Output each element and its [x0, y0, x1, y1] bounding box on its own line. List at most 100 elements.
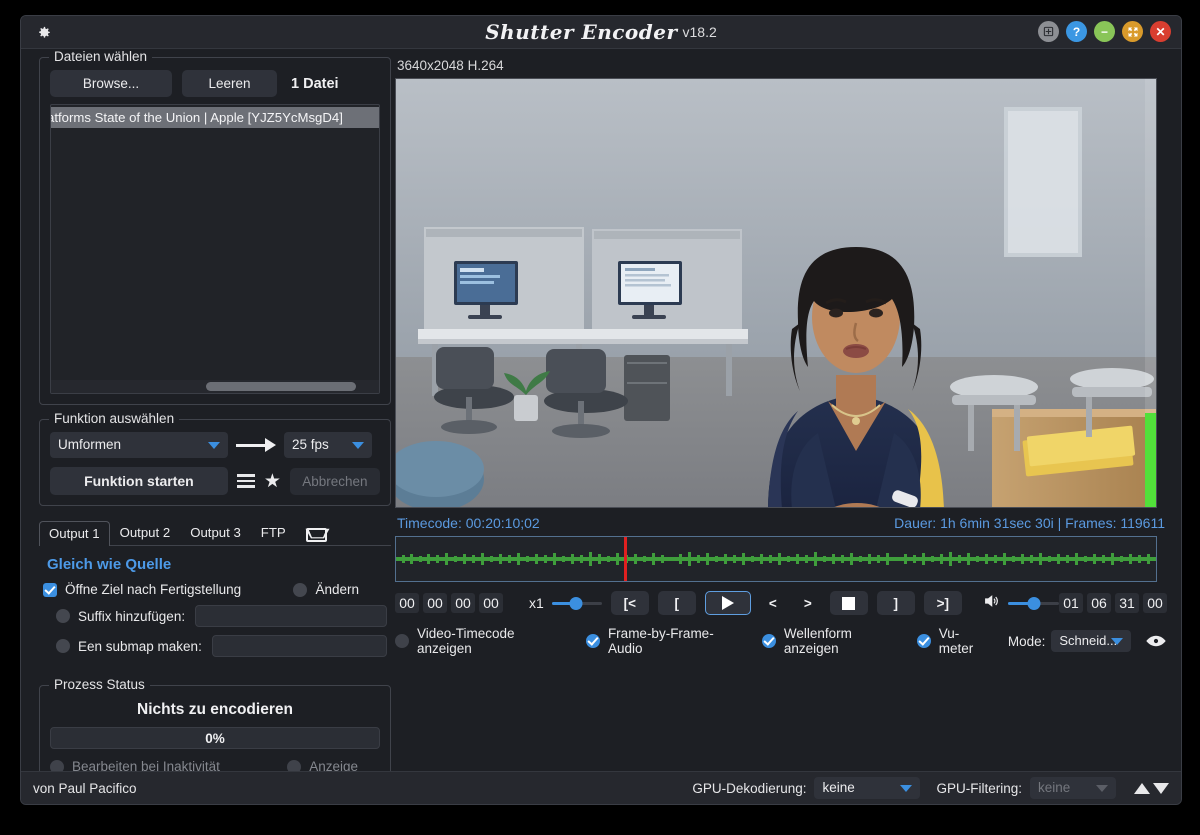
start-function-button[interactable]: Funktion starten: [50, 467, 228, 495]
show-video-timecode-checkbox[interactable]: [395, 634, 409, 648]
tab-output-2[interactable]: Output 2: [110, 520, 181, 545]
frame-by-frame-audio-label: Frame-by-Frame-Audio: [607, 626, 714, 656]
option-show-waveform[interactable]: Wellenform anzeigen: [761, 626, 903, 656]
go-to-out-point-button[interactable]: >]: [923, 591, 962, 615]
submap-input[interactable]: [211, 635, 387, 657]
tab-output-3[interactable]: Output 3: [180, 520, 251, 545]
show-waveform-checkbox[interactable]: [761, 634, 776, 648]
vu-meter-checkbox[interactable]: [916, 634, 931, 648]
browse-button[interactable]: Browse...: [50, 70, 172, 97]
file-buttons-row: Browse... Leeren 1 Datei: [50, 70, 380, 97]
gpu-decoding-select[interactable]: keine: [814, 777, 921, 799]
gpu-decoding-label: GPU-Dekodierung:: [692, 780, 807, 796]
set-out-point-button[interactable]: ]: [876, 591, 915, 615]
start-timecode[interactable]: 00 00 00 00: [395, 593, 503, 613]
file-list-horizontal-scrollbar[interactable]: [51, 380, 379, 393]
end-tc-minutes[interactable]: 06: [1087, 593, 1111, 613]
waveform-playhead[interactable]: [624, 537, 627, 581]
end-tc-frames[interactable]: 00: [1143, 593, 1167, 613]
gpu-filtering-value: keine: [1038, 780, 1071, 795]
waveform[interactable]: [395, 536, 1157, 582]
start-tc-minutes[interactable]: 00: [423, 593, 447, 613]
stop-button[interactable]: [829, 591, 868, 615]
submap-radio[interactable]: [56, 639, 70, 653]
hamburger-icon[interactable]: [236, 474, 255, 488]
chevron-down-icon: [208, 442, 220, 449]
change-radio[interactable]: [293, 582, 308, 597]
open-target-checkbox[interactable]: [43, 582, 57, 597]
vu-meter-fill: [1145, 412, 1156, 507]
volume-slider[interactable]: [1007, 595, 1059, 611]
set-in-point-button[interactable]: [: [657, 591, 696, 615]
minimize-button[interactable]: −: [1094, 21, 1115, 42]
clear-button[interactable]: Leeren: [182, 70, 277, 97]
waveform-bars: [396, 552, 1156, 566]
gpu-settings: GPU-Dekodierung: keine GPU-Filtering: ke…: [692, 777, 1169, 799]
option-show-video-timecode[interactable]: Video-Timecode anzeigen: [395, 626, 564, 656]
start-tc-frames[interactable]: 00: [479, 593, 503, 613]
video-preview[interactable]: [395, 78, 1157, 508]
suffix-input[interactable]: [195, 605, 387, 627]
step-back-button[interactable]: <: [760, 591, 786, 615]
end-timecode[interactable]: 01 06 31 00: [1059, 593, 1167, 613]
triangle-up-icon[interactable]: [1134, 782, 1150, 794]
output-body: Gleich wie Quelle Öffne Ziel nach Fertig…: [39, 546, 391, 667]
same-as-source-label[interactable]: Gleich wie Quelle: [47, 556, 387, 573]
end-tc-seconds[interactable]: 31: [1115, 593, 1139, 613]
start-tc-seconds[interactable]: 00: [451, 593, 475, 613]
tab-mail[interactable]: [296, 523, 337, 545]
end-tc-hours[interactable]: 01: [1059, 593, 1083, 613]
tab-ftp[interactable]: FTP: [251, 520, 296, 545]
speed-slider[interactable]: [551, 595, 602, 611]
frame-by-frame-audio-checkbox[interactable]: [585, 634, 600, 648]
envelope-icon: [305, 528, 327, 542]
go-to-in-point-button[interactable]: [<: [610, 591, 649, 615]
list-item[interactable]: atforms State of the Union | Apple [YJZ5…: [51, 107, 379, 128]
step-forward-button[interactable]: >: [795, 591, 821, 615]
fps-select[interactable]: 25 fps: [284, 432, 372, 458]
open-target-row: Öffne Ziel nach Fertigstellung Ändern: [43, 582, 387, 597]
gpu-filtering-label: GPU-Filtering:: [936, 780, 1022, 796]
function-row: Umformen 25 fps: [50, 432, 380, 458]
scroll-buttons: [1134, 782, 1169, 794]
status-panel: Prozess Status Nichts zu encodieren 0% B…: [39, 677, 391, 785]
eye-icon[interactable]: [1145, 634, 1167, 648]
app-title: Shutter Encoder v18.2: [21, 20, 1181, 44]
help-button[interactable]: ?: [1066, 21, 1087, 42]
tab-output-1[interactable]: Output 1: [39, 521, 110, 546]
close-button[interactable]: ✕: [1150, 21, 1171, 42]
files-panel: Dateien wählen Browse... Leeren 1 Datei …: [39, 49, 391, 405]
mode-select-value: Schneid...: [1059, 633, 1118, 648]
play-button[interactable]: [704, 591, 751, 615]
function-select[interactable]: Umformen: [50, 432, 228, 458]
option-vu-meter[interactable]: Vu-meter: [916, 626, 990, 656]
speed-label: x1: [529, 595, 544, 611]
triangle-down-icon[interactable]: [1153, 782, 1169, 794]
timecode-label: Timecode: 00:20:10;02: [397, 515, 540, 531]
cancel-button[interactable]: Abbrechen: [289, 467, 380, 495]
submap-row: Een submap maken:: [43, 635, 387, 657]
speaker-icon[interactable]: [982, 593, 1000, 614]
start-tc-hours[interactable]: 00: [395, 593, 419, 613]
function-select-value: Umformen: [58, 437, 122, 452]
star-icon[interactable]: ★: [264, 472, 281, 491]
suffix-label: Suffix hinzufügen:: [78, 608, 186, 624]
progress-bar: 0%: [50, 727, 380, 749]
application-window: Shutter Encoder v18.2 ? − ✕ Dateien wähl…: [20, 15, 1182, 805]
timecode-row: Timecode: 00:20:10;02 Dauer: 1h 6min 31s…: [397, 515, 1165, 531]
file-list[interactable]: atforms State of the Union | Apple [YJZ5…: [50, 104, 380, 394]
transport-controls: 00 00 00 00 x1 [< [ < >] >] 01 06 31 00: [395, 591, 1167, 615]
mode-select[interactable]: Schneid...: [1051, 630, 1131, 652]
status-panel-legend: Prozess Status: [49, 677, 150, 692]
start-row: Funktion starten ★ Abbrechen: [50, 467, 380, 495]
app-title-text: Shutter Encoder: [485, 20, 678, 44]
suffix-radio[interactable]: [56, 609, 70, 623]
scrollbar-thumb[interactable]: [206, 382, 356, 391]
option-frame-by-frame-audio[interactable]: Frame-by-Frame-Audio: [585, 626, 740, 656]
vu-meter: [1145, 79, 1156, 507]
window-restore-button[interactable]: [1038, 21, 1059, 42]
gpu-filtering-select[interactable]: keine: [1030, 777, 1116, 799]
function-panel-legend: Funktion auswählen: [49, 411, 180, 426]
maximize-button[interactable]: [1122, 21, 1143, 42]
progress-label: 0%: [205, 730, 225, 746]
